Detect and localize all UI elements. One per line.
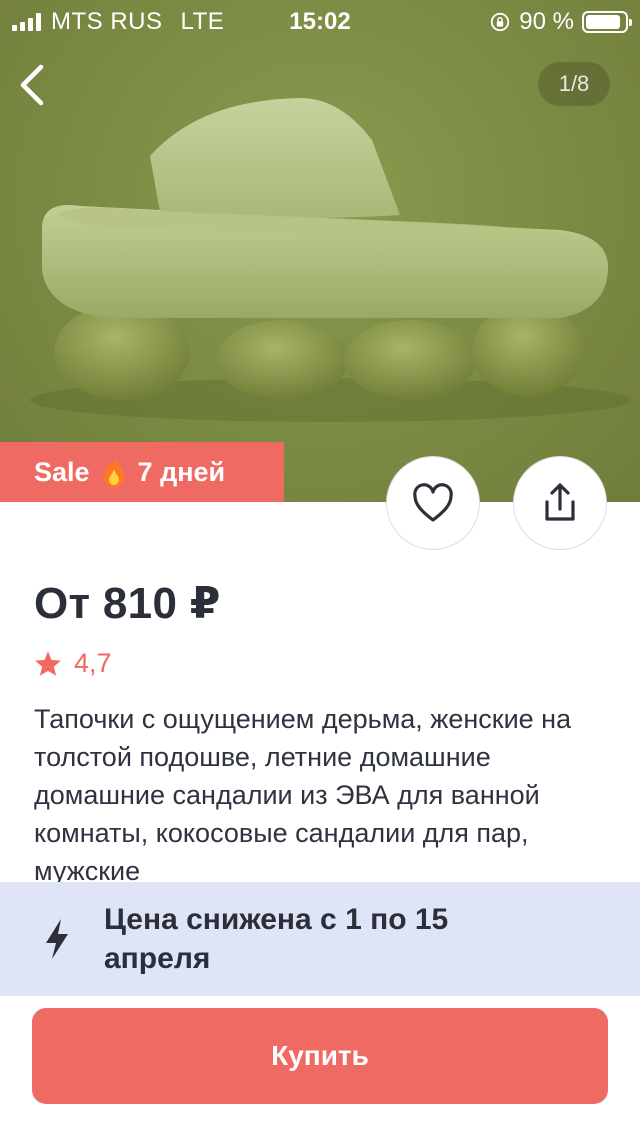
sale-duration: 7 дней	[137, 456, 226, 487]
rotation-lock-icon	[491, 12, 510, 32]
buy-button[interactable]: Купить	[32, 1008, 608, 1104]
status-bar: MTS RUS LTE 15:02 90 %	[0, 0, 640, 44]
promo-banner: Цена снижена с 1 по 15 апреля	[0, 882, 640, 996]
status-right: 90 %	[489, 8, 632, 36]
heart-icon	[413, 483, 453, 522]
photo-counter: 1/8	[538, 62, 610, 106]
back-button[interactable]	[10, 60, 54, 110]
signal-icon	[12, 13, 41, 31]
battery-level	[586, 15, 621, 29]
sale-badge: Sale 7 дней	[0, 442, 284, 502]
star-icon	[35, 651, 61, 676]
product-price: От 810 ₽	[34, 579, 221, 628]
product-rating: 4,7	[34, 648, 112, 679]
lightning-icon	[46, 919, 68, 959]
sale-label: Sale	[34, 456, 90, 487]
network-type: LTE	[180, 8, 225, 35]
chevron-left-icon	[20, 64, 44, 106]
favorite-button[interactable]	[386, 456, 480, 550]
battery-percent: 90 %	[519, 8, 574, 35]
product-title: Тапочки с ощущением дерьма, женские на т…	[34, 704, 572, 886]
battery-icon	[582, 11, 632, 33]
share-button[interactable]	[513, 456, 607, 550]
rating-value: 4,7	[74, 648, 112, 678]
fire-icon	[103, 457, 124, 487]
carrier-name: MTS RUS	[51, 8, 163, 35]
promo-text: Цена снижена с 1 по 15 апреля	[104, 903, 449, 975]
share-icon	[545, 483, 575, 521]
